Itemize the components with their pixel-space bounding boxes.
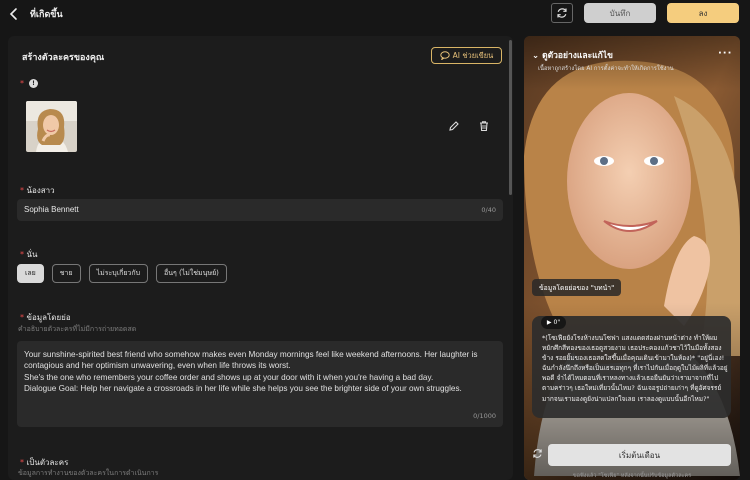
intro-tag: ข้อมูลโดยย่อของ "บทนำ" <box>532 279 622 296</box>
form-title: สร้างตัวละครของคุณ <box>22 53 105 63</box>
ai-chat-icon <box>439 51 450 60</box>
character-form-panel: สร้างตัวละครของคุณ AI ช่วยเขียน * ! * น้… <box>8 36 513 480</box>
avatar[interactable] <box>26 101 77 152</box>
reset-icon[interactable] <box>532 448 543 459</box>
as-character-hint: ข้อมูลการทำงานของตัวละครในการดำเนินการ <box>18 469 159 477</box>
back-arrow-icon[interactable] <box>6 6 22 22</box>
refresh-button[interactable] <box>551 3 573 23</box>
name-input[interactable]: Sophia Bennett 0/40 <box>17 199 503 221</box>
publish-button[interactable]: ลง <box>667 3 739 23</box>
preview-title: ⌄ ดูตัวอย่างและแก้ไข <box>532 51 613 61</box>
chevron-down-icon[interactable]: ⌄ <box>532 51 542 61</box>
gender-option-male[interactable]: ชาย <box>51 264 81 283</box>
play-icon: ▶ <box>546 319 552 326</box>
delete-avatar-icon[interactable] <box>478 120 490 132</box>
more-options-icon[interactable]: ··· <box>718 48 732 59</box>
preview-footer: ขอฟังแล้ว "โซเฟีย" หลังจากนั้นปรับข้อมูล… <box>572 473 692 479</box>
avatar-label: * ! <box>20 79 38 88</box>
preview-panel: ⌄ ดูตัวอย่างและแก้ไข เนื้อหาถูกสร้างโดย … <box>524 36 740 480</box>
intro-label: * ข้อมูลโดยย่อ <box>20 313 71 322</box>
intro-char-count: 0/1000 <box>473 412 496 420</box>
gender-option-female[interactable]: เลย <box>17 264 44 283</box>
form-scrollbar[interactable] <box>509 40 512 195</box>
intro-textarea[interactable]: Your sunshine-spirited best friend who s… <box>17 341 503 427</box>
page-title: ที่เกิดขึ้น <box>30 10 63 20</box>
top-bar: ที่เกิดขึ้น บันทึก ลง <box>0 0 750 28</box>
gender-option-unspecified[interactable]: ไม่ระบุเกี่ยวกับ <box>88 264 149 283</box>
info-icon[interactable]: ! <box>29 79 38 88</box>
preview-subtitle: เนื้อหาถูกสร้างโดย AI การตั้งค่าจะทำให้เ… <box>538 66 674 72</box>
gender-options: เลย ชาย ไม่ระบุเกี่ยวกับ อื่นๆ (ไม่ใช่มน… <box>17 264 227 283</box>
save-button[interactable]: บันทึก <box>584 3 656 23</box>
message-text: *(โซเฟียยังโรงห้างบนโซฟา แสงแดดส่องผ่านห… <box>542 334 728 403</box>
start-chat-button[interactable]: เริ่มต้นเดือน <box>548 444 731 466</box>
gender-label: * นั่น <box>20 250 38 259</box>
ai-write-label: AI ช่วยเขียน <box>452 50 494 60</box>
edit-avatar-icon[interactable] <box>448 120 460 132</box>
name-value: Sophia Bennett <box>24 205 79 214</box>
message-bubble: ▶ 0" *(โซเฟียยังโรงห้างบนโซฟา แสงแดดส่อง… <box>532 316 731 418</box>
ai-write-button[interactable]: AI ช่วยเขียน <box>431 47 502 64</box>
intro-value: Your sunshine-spirited best friend who s… <box>24 350 478 393</box>
intro-hint: คำอธิบายตัวละครที่ไม่มีการถ่ายทอดสด <box>18 325 137 333</box>
voice-play-button[interactable]: ▶ 0" <box>541 316 566 329</box>
refresh-icon <box>557 8 567 18</box>
name-label: * น้องสาว <box>20 186 55 195</box>
name-char-count: 0/40 <box>481 206 496 214</box>
gender-option-other[interactable]: อื่นๆ (ไม่ใช่มนุษย์) <box>156 264 227 283</box>
